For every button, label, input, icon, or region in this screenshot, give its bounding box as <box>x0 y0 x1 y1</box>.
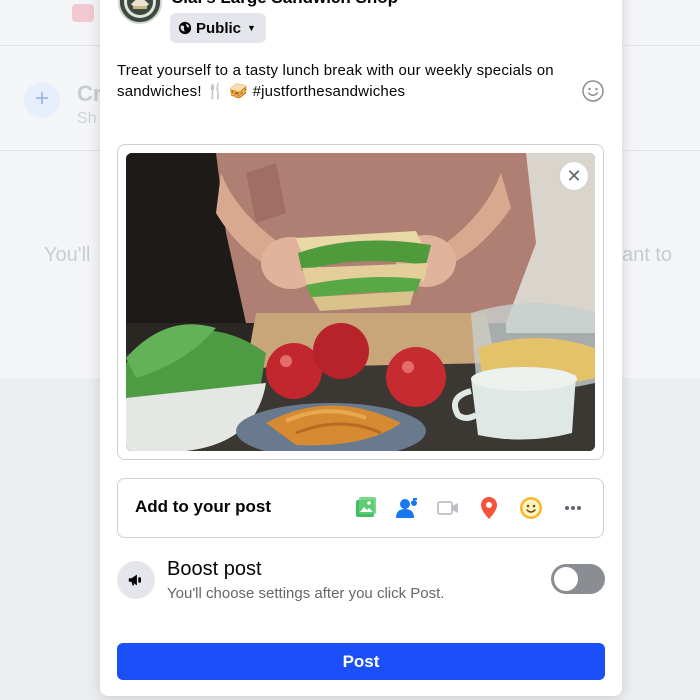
globe-icon <box>178 21 192 35</box>
attached-media: ✕ <box>117 144 604 460</box>
tag-people-icon[interactable] <box>394 495 420 521</box>
remove-photo-button[interactable]: ✕ <box>559 161 589 191</box>
background-text-right: ant to <box>622 244 673 266</box>
privacy-selector[interactable]: Public ▼ <box>170 13 266 43</box>
background-plus-icon: + <box>24 82 60 118</box>
close-icon: ✕ <box>566 165 582 186</box>
post-text-input[interactable]: Treat yourself to a tasty lunch break wi… <box>117 60 587 102</box>
add-to-post-label: Add to your post <box>135 497 271 516</box>
background-create-subtitle: Sh <box>77 110 97 127</box>
privacy-label: Public <box>196 19 242 37</box>
post-button[interactable]: Post <box>117 643 605 680</box>
page-avatar[interactable] <box>118 0 162 24</box>
check-in-location-icon[interactable] <box>476 495 502 521</box>
megaphone-icon <box>117 561 155 599</box>
toggle-knob <box>554 567 578 591</box>
caret-down-icon: ▼ <box>247 23 256 33</box>
more-icon[interactable] <box>560 495 586 521</box>
page-name: Cial's Large Sandwich Shop <box>171 0 398 8</box>
background-text-left: You'll <box>44 244 91 266</box>
boost-post-subtitle: You'll choose settings after you click P… <box>167 585 445 602</box>
photo-video-icon[interactable] <box>353 495 379 521</box>
feeling-activity-icon[interactable] <box>518 495 544 521</box>
boost-post-toggle[interactable] <box>551 564 605 594</box>
background-create-title: Cr <box>77 81 102 106</box>
create-post-dialog: Cial's Large Sandwich Shop Public ▼ Trea… <box>100 0 622 696</box>
add-to-post-bar: Add to your post <box>117 478 604 538</box>
background-video-icon <box>72 4 94 22</box>
boost-post-title: Boost post <box>167 558 262 580</box>
sandwich-photo <box>126 153 595 451</box>
live-video-icon[interactable] <box>435 495 461 521</box>
emoji-icon[interactable] <box>582 80 604 102</box>
